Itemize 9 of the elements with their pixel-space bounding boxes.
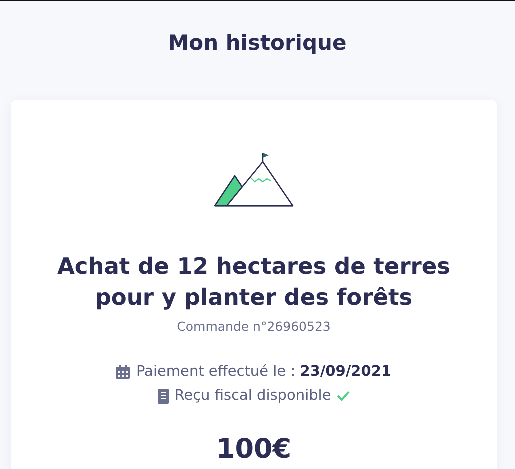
order-title: Achat de 12 hectares de terres pour y planter des forêts — [56, 253, 452, 313]
receipt-label: Reçu fiscal disponible — [174, 388, 332, 404]
order-number: Commande n°26960523 — [177, 319, 331, 334]
calendar-icon — [116, 365, 130, 379]
order-amount: 100€ — [216, 434, 292, 465]
mountain-flag-icon — [213, 152, 295, 208]
page-title: Mon historique — [167, 30, 348, 57]
receipt-icon — [158, 388, 169, 404]
payment-date-text: Paiement effectué le : 23/09/2021 — [136, 364, 392, 380]
